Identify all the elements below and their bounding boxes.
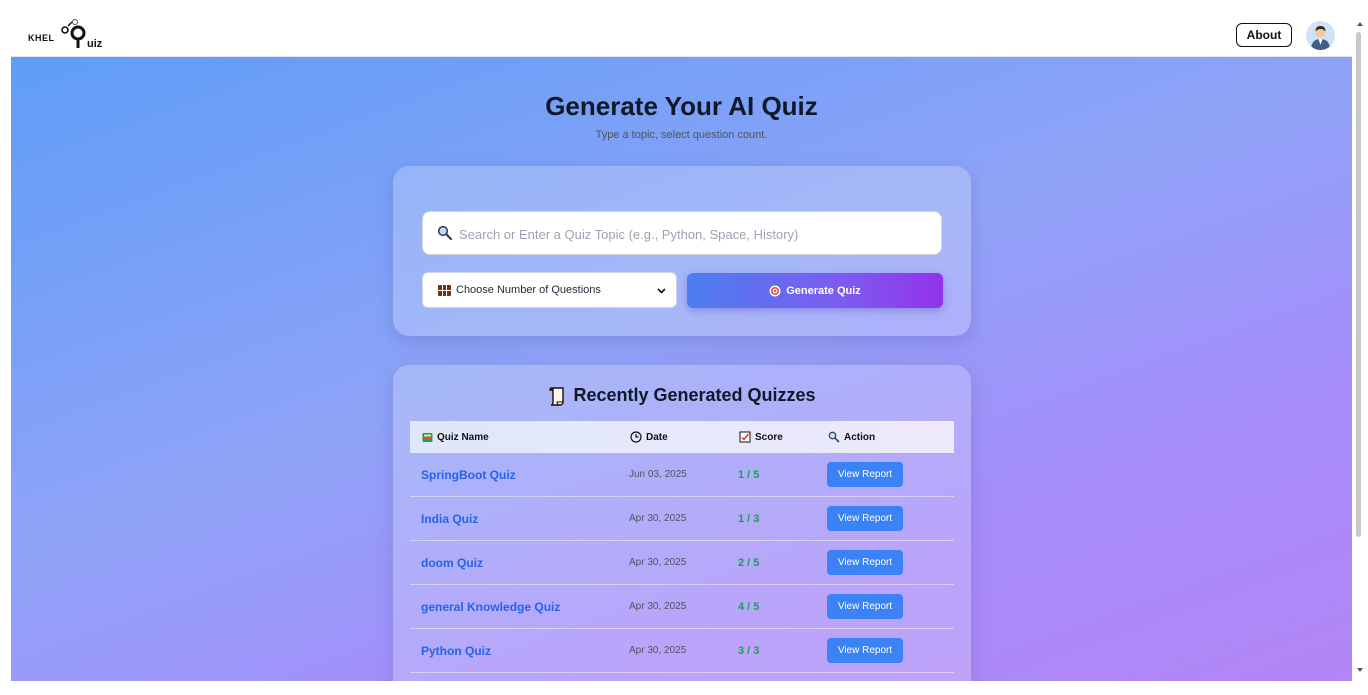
brand-suffix: uiz: [87, 38, 103, 50]
column-action: Action: [828, 421, 875, 453]
column-quiz-name-label: Quiz Name: [437, 431, 489, 443]
about-button[interactable]: About: [1236, 23, 1292, 47]
recent-quizzes-card: Recently Generated Quizzes Quiz Name Dat…: [393, 365, 971, 681]
user-avatar[interactable]: [1306, 21, 1335, 50]
column-quiz-name: Quiz Name: [422, 421, 489, 453]
chevron-down-icon: [657, 288, 666, 294]
table-header: Quiz Name Date Score Action: [410, 421, 954, 453]
page-subtitle: Type a topic, select question count.: [595, 129, 768, 141]
book-icon: [422, 432, 433, 442]
table-row: doom Quiz Apr 30, 2025 2 / 5 View Report: [410, 541, 954, 585]
table-row: general Knowledge Quiz Apr 30, 2025 4 / …: [410, 585, 954, 629]
scroll-up-arrow-icon[interactable]: [1357, 22, 1363, 26]
scrollbar-thumb[interactable]: [1356, 32, 1361, 537]
generate-quiz-button[interactable]: Generate Quiz: [687, 273, 943, 308]
grid-icon: [438, 284, 451, 296]
generate-quiz-label: Generate Quiz: [786, 284, 861, 297]
brand-logo[interactable]: KHEL uiz: [28, 18, 118, 52]
brand-prefix: KHEL: [28, 33, 55, 43]
quiz-score: 3 / 3: [738, 644, 760, 657]
quiz-name-link[interactable]: Python Quiz: [421, 629, 491, 672]
quiz-name-link[interactable]: general Knowledge Quiz: [421, 585, 560, 628]
view-report-button[interactable]: View Report: [827, 506, 903, 531]
table-row: India Quiz Apr 30, 2025 1 / 3 View Repor…: [410, 497, 954, 541]
recent-quizzes-heading: Recently Generated Quizzes: [393, 385, 971, 406]
topic-search-input[interactable]: [457, 212, 931, 256]
column-date: Date: [630, 421, 668, 453]
column-action-label: Action: [844, 431, 876, 443]
main-content: Generate Your AI Quiz Type a topic, sele…: [11, 57, 1352, 681]
page-title: Generate Your AI Quiz: [545, 91, 818, 121]
table-row: Python Quiz Apr 30, 2025 3 / 3 View Repo…: [410, 629, 954, 673]
search-icon: [437, 225, 453, 241]
column-date-label: Date: [646, 431, 668, 443]
quiz-table-body: SpringBoot Quiz Jun 03, 2025 1 / 5 View …: [410, 453, 954, 673]
scroll-down-arrow-icon[interactable]: [1357, 668, 1363, 672]
magnifier-icon: [828, 431, 840, 443]
view-report-button[interactable]: View Report: [827, 550, 903, 575]
table-row: SpringBoot Quiz Jun 03, 2025 1 / 5 View …: [410, 453, 954, 497]
target-icon: [769, 285, 781, 296]
question-count-label: Choose Number of Questions: [456, 284, 601, 296]
quiz-date: Apr 30, 2025: [629, 601, 687, 612]
quiz-score: 1 / 3: [738, 512, 760, 525]
quiz-generator-card: Choose Number of Questions Generate Quiz: [393, 166, 971, 336]
view-report-button[interactable]: View Report: [827, 638, 903, 663]
quiz-name-link[interactable]: SpringBoot Quiz: [421, 453, 516, 496]
checkbox-icon: [739, 431, 751, 443]
view-report-button[interactable]: View Report: [827, 462, 903, 487]
avatar-icon: [1306, 21, 1335, 50]
quiz-date: Apr 30, 2025: [629, 645, 687, 656]
quiz-date: Apr 30, 2025: [629, 557, 687, 568]
scroll-icon: [549, 386, 565, 406]
question-count-select[interactable]: Choose Number of Questions: [422, 272, 677, 308]
quiz-score: 2 / 5: [738, 556, 760, 569]
quiz-name-link[interactable]: India Quiz: [421, 497, 478, 540]
quiz-date: Apr 30, 2025: [629, 513, 687, 524]
page-scrollbar[interactable]: [1352, 0, 1368, 681]
column-score: Score: [739, 421, 783, 453]
quiz-date: Jun 03, 2025: [629, 469, 687, 480]
top-navbar: KHEL uiz About: [11, 0, 1352, 57]
app-window: KHEL uiz About Generate Your AI Quiz Typ: [11, 0, 1352, 681]
quiz-score: 1 / 5: [738, 468, 760, 481]
topic-search-box[interactable]: [422, 211, 942, 256]
clock-icon: [630, 431, 642, 443]
recent-quizzes-title: Recently Generated Quizzes: [573, 385, 816, 405]
column-score-label: Score: [755, 431, 783, 443]
quiz-name-link[interactable]: doom Quiz: [421, 541, 483, 584]
view-report-button[interactable]: View Report: [827, 594, 903, 619]
quiz-score: 4 / 5: [738, 600, 760, 613]
